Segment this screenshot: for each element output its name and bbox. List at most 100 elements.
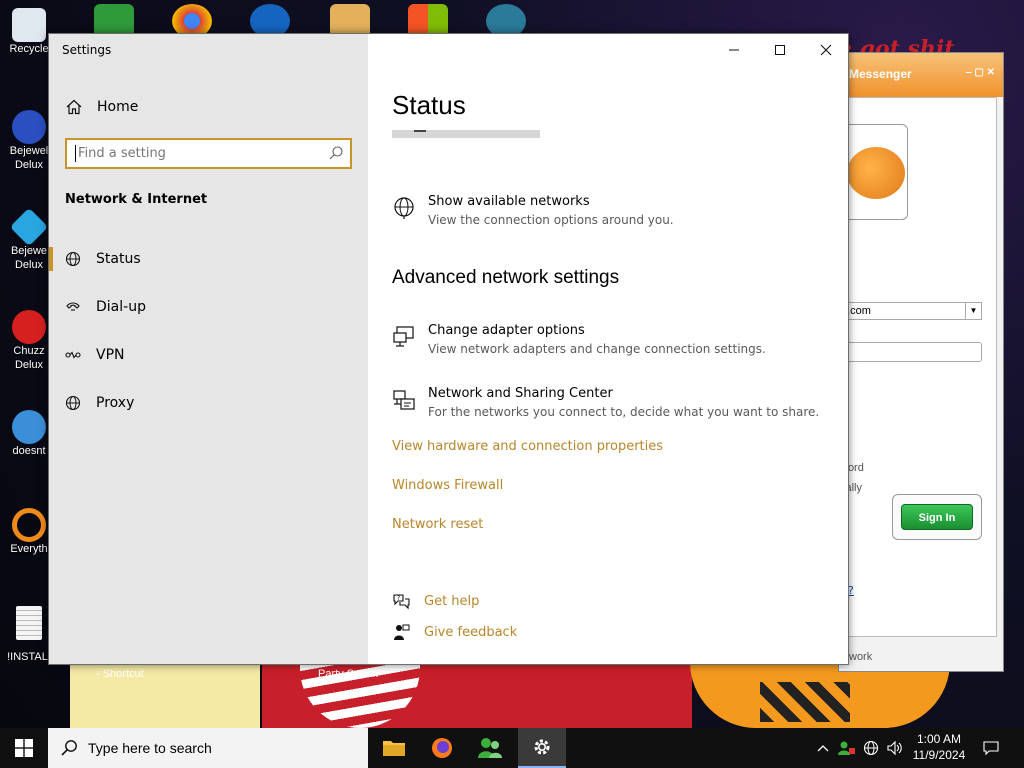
sidebar-item-label: Proxy — [96, 395, 135, 411]
change-adapter-options-option[interactable]: Change adapter options View network adap… — [392, 323, 766, 356]
bejeweled-icon — [12, 110, 46, 144]
start-button[interactable] — [0, 728, 48, 768]
desktop-icon-label: Chuzz Delux — [13, 345, 45, 371]
desktop-icon-label: Bejewe Delux — [10, 245, 48, 271]
option-title: Show available networks — [428, 194, 590, 209]
settings-window[interactable]: Settings Home Find a setting Network & I… — [48, 33, 849, 665]
text-caret — [75, 145, 76, 162]
messenger-titlebar[interactable]: Messenger ‒ ▢ ✕ — [839, 53, 1003, 97]
sidebar-item-proxy[interactable]: Proxy — [49, 383, 368, 423]
sidebar-item-vpn[interactable]: VPN — [49, 335, 368, 375]
chuzzle-icon — [12, 310, 46, 344]
home-nav-item[interactable]: Home — [65, 96, 138, 118]
phone-icon — [66, 302, 80, 311]
windows-firewall-link[interactable]: Windows Firewall — [392, 478, 503, 493]
network-globe-icon — [394, 197, 414, 219]
globe-icon — [65, 251, 81, 267]
sign-in-box: Sign In — [892, 494, 982, 540]
taskbar-firefox[interactable] — [418, 728, 466, 768]
recycle-bin-icon — [12, 8, 46, 42]
desktop-icon-label: Bejewel Delux — [9, 145, 49, 171]
sign-in-button[interactable]: Sign In — [901, 504, 973, 530]
taskbar-search-box[interactable]: Type here to search — [48, 728, 368, 768]
messenger-window-controls[interactable]: ‒ ▢ ✕ — [966, 67, 995, 78]
sidebar-item-label: Dial-up — [96, 299, 146, 315]
messenger-display-picture[interactable] — [840, 124, 908, 220]
page-title: Status — [392, 90, 466, 120]
sidebar-item-label: VPN — [96, 347, 125, 363]
get-help-link[interactable]: ? Get help — [392, 592, 479, 610]
window-title: Settings — [62, 43, 112, 57]
clock-time: 1:00 AM — [916, 732, 962, 746]
messenger-buddies-icon — [478, 738, 502, 758]
speaker-icon — [887, 740, 902, 756]
search-icon — [329, 146, 343, 160]
desktop-icon-bejeweled-2[interactable]: Bejewe Delux — [4, 207, 54, 272]
messenger-password-field[interactable] — [840, 342, 982, 362]
desktop-icon-recycle-bin[interactable]: Recycle — [4, 8, 54, 56]
gem-icon — [9, 207, 49, 247]
settings-sidebar: Settings Home Find a setting Network & I… — [49, 34, 368, 664]
tray-network[interactable] — [860, 728, 882, 768]
settings-main: Status Show available networks View the … — [392, 34, 832, 664]
notification-icon — [983, 741, 999, 756]
taskbar-messenger[interactable] — [466, 728, 514, 768]
pumpkin-image — [847, 147, 905, 199]
desktop-icon-doesnt[interactable]: doesnt — [4, 410, 54, 458]
get-help-label: Get help — [424, 593, 480, 609]
action-center-button[interactable] — [980, 728, 1002, 768]
give-feedback-label: Give feedback — [424, 624, 518, 640]
messenger-panel: b.com ▼ word cally Sign In ? — [839, 97, 997, 637]
vpn-icon — [65, 351, 81, 359]
option-description: For the networks you connect to, decide … — [428, 405, 820, 419]
taskbar-file-explorer[interactable] — [370, 728, 418, 768]
network-reset-link[interactable]: Network reset — [392, 517, 483, 532]
view-hardware-properties-link[interactable]: View hardware and connection properties — [392, 439, 663, 454]
taskbar: Type here to search 1:00 AM 11/9/2024 — [0, 728, 1024, 768]
search-magnifier-icon — [12, 508, 46, 542]
search-placeholder: Find a setting — [78, 146, 166, 161]
sharing-center-icon — [393, 390, 415, 410]
desktop-icon-label: !INSTALI — [7, 651, 51, 663]
svg-text:?: ? — [397, 595, 400, 602]
taskbar-search-placeholder: Type here to search — [88, 740, 212, 756]
desktop-icon-label: Recycle — [9, 43, 49, 55]
messenger-window[interactable]: Messenger ‒ ▢ ✕ b.com ▼ word cally Sign … — [838, 52, 1004, 672]
firefox-icon — [432, 738, 452, 758]
taskbar-clock[interactable]: 1:00 AM 11/9/2024 — [906, 731, 972, 763]
chevron-down-icon[interactable]: ▼ — [965, 303, 981, 319]
taskbar-settings[interactable] — [518, 728, 566, 768]
messenger-title: Messenger — [849, 67, 912, 81]
progress-fill — [414, 130, 426, 132]
show-available-networks-option[interactable]: Show available networks View the connect… — [392, 194, 674, 227]
home-label: Home — [97, 99, 139, 115]
network-globe-icon — [863, 740, 879, 756]
folder-icon — [383, 741, 405, 756]
gear-icon — [534, 739, 550, 755]
option-description: View the connection options around you. — [428, 213, 674, 227]
messenger-tray-icon — [838, 741, 855, 755]
show-hidden-icons-button[interactable] — [814, 728, 832, 768]
option-title: Change adapter options — [428, 323, 585, 338]
tray-messenger[interactable] — [836, 728, 858, 768]
loading-progress-bar — [392, 130, 540, 138]
desktop-caption: Party Scre... — [318, 668, 379, 680]
help-chat-icon: ? — [393, 594, 410, 610]
desktop-icon-everything[interactable]: Everyth — [4, 508, 54, 556]
sidebar-item-dial-up[interactable]: Dial-up — [49, 287, 368, 327]
find-setting-input[interactable]: Find a setting — [65, 138, 352, 169]
desktop-icon-bejeweled[interactable]: Bejewel Delux — [4, 110, 54, 172]
clock-date: 11/9/2024 — [912, 748, 966, 762]
desktop-icon-install[interactable]: !INSTALI — [4, 606, 54, 664]
section-title: Network & Internet — [65, 192, 208, 207]
messenger-account-combo[interactable]: b.com ▼ — [840, 302, 982, 320]
network-sharing-center-option[interactable]: Network and Sharing Center For the netwo… — [392, 386, 819, 419]
bird-icon — [12, 410, 46, 444]
sidebar-item-status[interactable]: Status — [49, 239, 368, 279]
document-icon — [16, 606, 42, 640]
give-feedback-link[interactable]: Give feedback — [392, 623, 517, 641]
tray-volume[interactable] — [884, 728, 906, 768]
option-title: Network and Sharing Center — [428, 386, 613, 401]
desktop-icon-chuzzle[interactable]: Chuzz Delux — [4, 310, 54, 372]
windows-logo-icon — [15, 739, 33, 757]
